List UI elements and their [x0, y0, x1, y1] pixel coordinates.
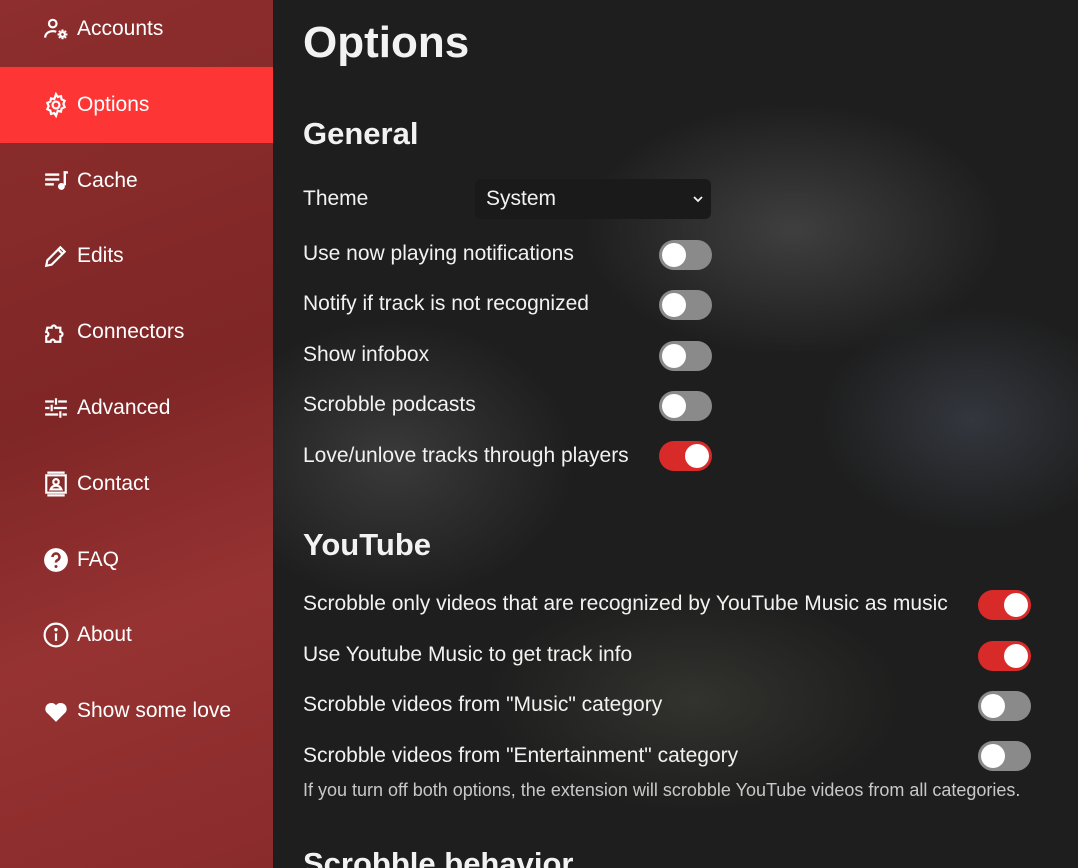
page-title: Options: [303, 18, 470, 67]
sidebar-item-about[interactable]: About: [0, 597, 273, 673]
sidebar-item-accounts[interactable]: Accounts: [0, 0, 273, 67]
sidebar-item-contact[interactable]: Contact: [0, 446, 273, 522]
account-settings-icon: [43, 16, 69, 42]
toggle-knob: [662, 394, 686, 418]
sidebar-item-connectors[interactable]: Connectors: [0, 294, 273, 370]
puzzle-icon: [43, 319, 69, 345]
question-circle-icon: [43, 547, 69, 573]
toggle-label: Scrobble podcasts: [303, 393, 476, 416]
sidebar-item-edits[interactable]: Edits: [0, 218, 273, 294]
section-title-scrobble-behavior: Scrobble behavior: [303, 846, 574, 868]
toggle-label: Love/unlove tracks through players: [303, 444, 629, 467]
chevron-down-icon: [693, 196, 703, 203]
sidebar-item-label: About: [77, 623, 132, 646]
toggle-label: Scrobble videos from "Music" category: [303, 693, 663, 716]
sidebar-item-label: Cache: [77, 169, 138, 192]
heart-icon: [43, 698, 69, 724]
sidebar-item-options[interactable]: Options: [0, 67, 273, 143]
toggle-label: Notify if track is not recognized: [303, 292, 589, 315]
section-title-general: General: [303, 116, 419, 151]
gear-icon: [43, 92, 69, 118]
theme-label: Theme: [303, 187, 369, 210]
sidebar-item-label: Contact: [77, 472, 150, 495]
toggle-knob: [662, 243, 686, 267]
love-unlove-toggle[interactable]: [659, 441, 712, 471]
toggle-knob: [685, 444, 709, 468]
toggle-label: Scrobble videos from "Entertainment" cat…: [303, 744, 739, 767]
sidebar-item-label: Show some love: [77, 699, 232, 722]
notify-unrecognized-toggle[interactable]: [659, 290, 712, 320]
sidebar-item-label: Connectors: [77, 320, 185, 343]
sidebar-item-label: Options: [77, 93, 150, 116]
youtube-categories-hint: If you turn off both options, the extens…: [303, 780, 1021, 800]
sidebar-item-label: Advanced: [77, 396, 171, 419]
sidebar-item-label: Edits: [77, 244, 124, 267]
toggle-knob: [1004, 593, 1028, 617]
now-playing-notifications-toggle[interactable]: [659, 240, 712, 270]
sidebar-item-cache[interactable]: Cache: [0, 143, 273, 219]
sidebar-item-faq[interactable]: FAQ: [0, 522, 273, 598]
section-title-youtube: YouTube: [303, 527, 431, 562]
toggle-knob: [981, 744, 1005, 768]
playlist-music-icon: [43, 168, 69, 194]
toggle-knob: [1004, 644, 1028, 668]
show-infobox-toggle[interactable]: [659, 341, 712, 371]
youtube-music-only-toggle[interactable]: [978, 590, 1031, 620]
toggle-label: Scrobble only videos that are recognized…: [303, 592, 948, 615]
sidebar-item-show-some-love[interactable]: Show some love: [0, 673, 273, 749]
music-category-toggle[interactable]: [978, 691, 1031, 721]
toggle-knob: [662, 344, 686, 368]
info-circle-icon: [43, 622, 69, 648]
contact-card-icon: [43, 471, 69, 497]
youtube-music-track-info-toggle[interactable]: [978, 641, 1031, 671]
toggle-label: Use Youtube Music to get track info: [303, 643, 633, 666]
entertainment-category-toggle[interactable]: [978, 741, 1031, 771]
theme-select[interactable]: System: [475, 179, 711, 219]
sidebar-item-label: Accounts: [77, 17, 164, 40]
theme-select-value: System: [486, 187, 557, 210]
scrobble-podcasts-toggle[interactable]: [659, 391, 712, 421]
sidebar-item-advanced[interactable]: Advanced: [0, 370, 273, 446]
sliders-icon: [43, 395, 69, 421]
sidebar-item-label: FAQ: [77, 548, 120, 571]
toggle-knob: [662, 293, 686, 317]
pencil-icon: [43, 243, 69, 269]
toggle-knob: [981, 694, 1005, 718]
options-panel: Options General Theme System Use now pla…: [273, 0, 1078, 868]
toggle-label: Show infobox: [303, 343, 430, 366]
toggle-label: Use now playing notifications: [303, 242, 574, 265]
sidebar: Accounts Options Cache Edits Connectors …: [0, 0, 273, 868]
